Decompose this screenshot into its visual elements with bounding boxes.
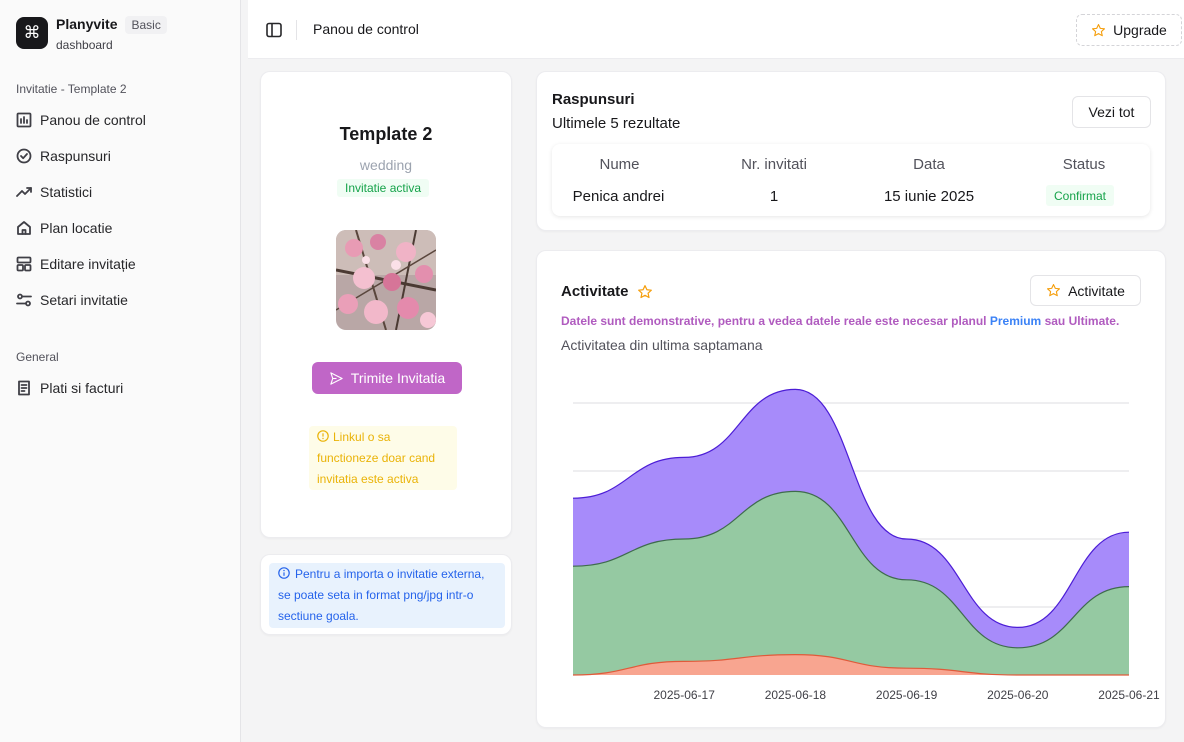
- star-icon[interactable]: [637, 284, 653, 300]
- brand[interactable]: ⌘ Planyvite Basic dashboard: [16, 16, 167, 52]
- alert-circle-icon: [317, 430, 329, 442]
- x-tick-label: 2025-06-18: [765, 688, 827, 702]
- star-icon: [1047, 284, 1061, 297]
- sidebar-item-label: Setari invitatie: [40, 292, 128, 308]
- column-header-guests: Nr. invitati: [741, 156, 807, 173]
- view-all-button[interactable]: Vezi tot: [1072, 96, 1151, 128]
- sidebar-item-label: Raspunsuri: [40, 148, 111, 164]
- dashboard-icon: [16, 112, 32, 128]
- notice-ultimate[interactable]: Ultimate.: [1069, 314, 1120, 328]
- column-header-date: Data: [913, 156, 945, 173]
- activity-title: Activitate: [561, 283, 653, 300]
- sidebar-item-panou[interactable]: Panou de control: [16, 112, 146, 128]
- sidebar-item-plati[interactable]: Plati si facturi: [16, 380, 123, 396]
- sidebar-item-label: Panou de control: [40, 112, 146, 128]
- check-circle-icon: [16, 148, 32, 164]
- sidebar-item-setari[interactable]: Setari invitatie: [16, 292, 128, 308]
- page-title: Panou de control: [313, 21, 419, 37]
- activity-description: Activitatea din ultima saptamana: [561, 337, 763, 353]
- sidebar-item-statistici[interactable]: Statistici: [16, 184, 92, 200]
- sidebar-item-label: Statistici: [40, 184, 93, 200]
- info-icon: [278, 567, 290, 579]
- trending-up-icon: [16, 187, 32, 197]
- upgrade-button[interactable]: Upgrade: [1076, 14, 1182, 46]
- star-icon: [1092, 23, 1106, 36]
- cell-date: 15 iunie 2025: [883, 188, 975, 205]
- command-icon: ⌘: [16, 17, 48, 49]
- notice-premium[interactable]: Premium: [990, 314, 1041, 328]
- template-type: wedding: [359, 157, 413, 173]
- x-tick-label: 2025-06-17: [654, 688, 716, 702]
- link-warning: Linkul o sa functioneze doar cand invita…: [309, 426, 457, 490]
- home-icon: [17, 221, 31, 235]
- brand-name: Planyvite: [56, 16, 118, 32]
- sidebar-item-label: Plati si facturi: [40, 380, 124, 396]
- activity-button[interactable]: Activitate: [1030, 275, 1141, 306]
- cell-guests: 1: [769, 188, 779, 205]
- responses-table: Nume Nr. invitati Data Status Penica and…: [552, 144, 1150, 216]
- sidebar-toggle-icon[interactable]: [265, 21, 283, 39]
- responses-card: Raspunsuri Ultimele 5 rezultate Vezi tot…: [536, 71, 1166, 231]
- x-tick-label: 2025-06-20: [987, 688, 1049, 702]
- brand-subtitle: dashboard: [56, 38, 113, 52]
- sidebar-item-plan-locatie[interactable]: Plan locatie: [16, 220, 112, 236]
- group-label-general: General: [16, 350, 59, 364]
- demo-data-notice: Datele sunt demonstrative, pentru a vede…: [561, 314, 1119, 328]
- activity-chart: 2025-06-17 2025-06-18 2025-06-19 2025-06-20…: [572, 388, 1160, 702]
- responses-title: Raspunsuri: [552, 91, 635, 108]
- import-info: Pentru a importa o invitatie externa, se…: [269, 563, 505, 628]
- import-info-text: Pentru a importa o invitatie externa, se…: [278, 567, 485, 623]
- send-invitation-button[interactable]: Trimite Invitatia: [312, 362, 462, 394]
- sidebar: ⌘ Planyvite Basic dashboard Invitatie - T…: [0, 0, 241, 742]
- template-card: Template 2 wedding Invitatie activa Trim…: [260, 71, 512, 538]
- cell-name: Penica andrei: [572, 188, 665, 205]
- column-header-name: Nume: [599, 156, 640, 173]
- header-divider: [296, 20, 297, 40]
- template-title: Template 2: [339, 124, 433, 144]
- send-invitation-label: Trimite Invitatia: [350, 370, 446, 386]
- link-warning-text: Linkul o sa functioneze doar cand invita…: [317, 430, 436, 486]
- upgrade-label: Upgrade: [1113, 22, 1167, 38]
- x-tick-label: 2025-06-19: [876, 688, 938, 702]
- group-label-invitatie: Invitatie - Template 2: [16, 82, 127, 96]
- layout-icon: [16, 256, 32, 272]
- sidebar-item-raspunsuri[interactable]: Raspunsuri: [16, 148, 111, 164]
- top-header: Panou de control Upgrade: [248, 0, 1184, 59]
- x-tick-label: 2025-06-21: [1098, 688, 1160, 702]
- activity-button-label: Activitate: [1068, 282, 1125, 299]
- plan-badge: Basic: [125, 16, 167, 34]
- status-badge: Confirmat: [1046, 185, 1114, 206]
- notice-prefix: Datele sunt demonstrative, pentru a vede…: [561, 314, 987, 328]
- column-header-status: Status: [1062, 156, 1106, 173]
- responses-subtitle: Ultimele 5 rezultate: [552, 115, 681, 132]
- sidebar-item-label: Editare invitație: [40, 256, 136, 272]
- send-icon: [330, 371, 343, 385]
- receipt-icon: [18, 380, 30, 396]
- import-info-card: Pentru a importa o invitatie externa, se…: [260, 554, 512, 635]
- invitation-status-badge: Invitatie activa: [337, 179, 430, 197]
- notice-mid: sau: [1044, 314, 1066, 328]
- activity-card: Activitate Activitate Datele sunt demons…: [536, 250, 1166, 728]
- sidebar-item-label: Plan locatie: [40, 220, 113, 236]
- settings-sliders-icon: [16, 293, 32, 307]
- sidebar-item-editare[interactable]: Editare invitație: [16, 256, 136, 272]
- template-preview-image[interactable]: [336, 230, 436, 330]
- activity-title-text: Activitate: [561, 283, 629, 300]
- blossom-image: [336, 230, 436, 330]
